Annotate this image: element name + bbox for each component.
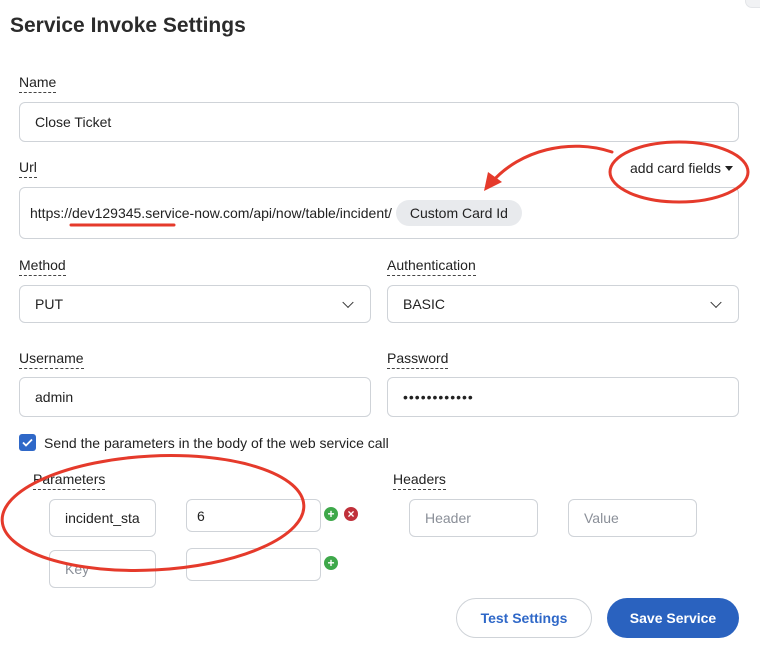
url-label: Url bbox=[19, 159, 37, 178]
authentication-value: BASIC bbox=[403, 296, 446, 312]
chevron-down-icon bbox=[710, 296, 722, 309]
header-value-input[interactable]: Value bbox=[568, 499, 697, 537]
password-value: •••••••••••• bbox=[403, 389, 474, 405]
password-input[interactable]: •••••••••••• bbox=[387, 377, 739, 417]
param-value-input[interactable]: 6 bbox=[186, 499, 321, 532]
add-parameter-icon[interactable]: + bbox=[324, 507, 338, 521]
authentication-select[interactable]: BASIC bbox=[387, 285, 739, 323]
method-label: Method bbox=[19, 257, 66, 276]
username-input[interactable]: admin bbox=[19, 377, 371, 417]
add-card-fields-dropdown[interactable]: add card fields bbox=[630, 160, 734, 176]
annotation-arrow bbox=[490, 144, 614, 184]
name-value: Close Ticket bbox=[35, 114, 112, 130]
password-label: Password bbox=[387, 350, 449, 369]
parameters-label: Parameters bbox=[33, 471, 106, 490]
url-value: https://dev129345.service-now.com/api/no… bbox=[30, 205, 392, 221]
custom-card-id-chip[interactable]: Custom Card Id bbox=[395, 200, 522, 226]
headers-label: Headers bbox=[393, 471, 446, 490]
remove-parameter-icon[interactable]: × bbox=[344, 507, 358, 521]
method-value: PUT bbox=[35, 296, 63, 312]
check-icon bbox=[22, 438, 33, 447]
add-card-fields-label: add card fields bbox=[630, 160, 722, 176]
authentication-label: Authentication bbox=[387, 257, 476, 276]
chevron-down-icon bbox=[342, 296, 354, 309]
param-key-input-empty[interactable]: Key bbox=[49, 550, 156, 588]
username-label: Username bbox=[19, 350, 84, 369]
caret-down-icon bbox=[725, 165, 734, 171]
send-body-label: Send the parameters in the body of the w… bbox=[44, 435, 389, 451]
param-key-placeholder: Key bbox=[65, 561, 90, 577]
username-value: admin bbox=[35, 389, 74, 405]
header-value-placeholder: Value bbox=[584, 510, 619, 526]
window-corner bbox=[745, 0, 760, 8]
header-key-placeholder: Header bbox=[425, 510, 471, 526]
param-value-input-empty[interactable] bbox=[186, 548, 321, 581]
param-key-value: incident_sta bbox=[65, 510, 140, 526]
param-value-value: 6 bbox=[197, 507, 205, 524]
param-key-input[interactable]: incident_sta bbox=[49, 499, 156, 537]
test-settings-button[interactable]: Test Settings bbox=[456, 598, 592, 638]
page-title: Service Invoke Settings bbox=[10, 14, 246, 37]
header-key-input[interactable]: Header bbox=[409, 499, 538, 537]
add-parameter-icon[interactable]: + bbox=[324, 556, 338, 570]
name-label: Name bbox=[19, 74, 57, 93]
name-input[interactable]: Close Ticket bbox=[19, 102, 739, 142]
send-body-checkbox[interactable] bbox=[19, 434, 36, 451]
url-input[interactable]: https://dev129345.service-now.com/api/no… bbox=[19, 187, 739, 239]
method-select[interactable]: PUT bbox=[19, 285, 371, 323]
save-service-button[interactable]: Save Service bbox=[607, 598, 739, 638]
